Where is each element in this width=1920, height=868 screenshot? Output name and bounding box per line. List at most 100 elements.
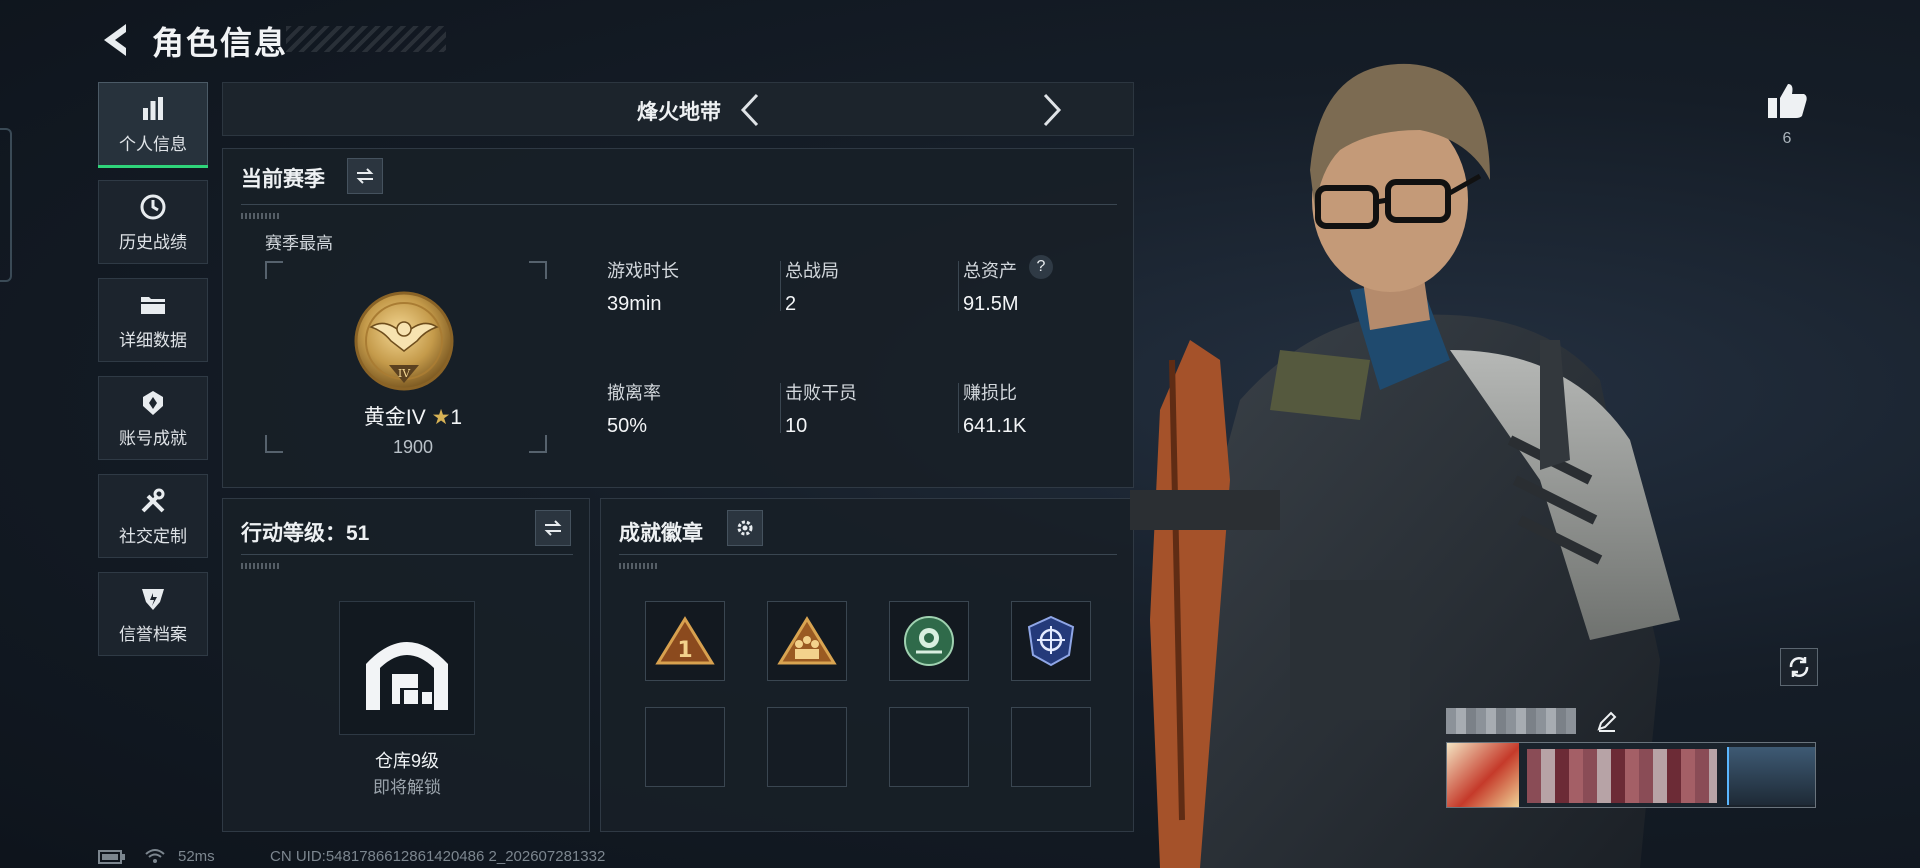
stat-label: 总资产 — [963, 261, 1017, 281]
badge-slot[interactable] — [889, 601, 969, 681]
sidebar-item-achievements[interactable]: 账号成就 — [98, 376, 208, 460]
warehouse-icon — [366, 642, 448, 710]
left-edge-tab[interactable] — [0, 128, 12, 282]
sidebar-item-social-custom[interactable]: 社交定制 — [98, 474, 208, 558]
frame-corner — [265, 261, 283, 279]
divider — [241, 554, 573, 555]
sidebar-item-label: 历史战绩 — [119, 232, 187, 252]
frame-corner — [529, 435, 547, 453]
divider — [619, 554, 1117, 555]
badge-settings-button[interactable] — [727, 510, 763, 546]
stat-value: 2 — [785, 293, 797, 315]
rose-badge-icon — [904, 616, 954, 666]
rank-1-badge-icon: 1 — [655, 616, 715, 665]
name-card-redacted — [1527, 749, 1717, 803]
player-name-redacted — [1446, 706, 1686, 738]
badge-slot-empty[interactable] — [889, 707, 969, 787]
badge-panel-title: 成就徽章 — [619, 522, 703, 545]
badge-slot-empty[interactable] — [767, 707, 847, 787]
back-arrow-icon[interactable] — [98, 20, 134, 60]
refresh-icon — [1789, 657, 1809, 677]
sidebar-item-label: 信誉档案 — [119, 624, 187, 644]
sidebar-item-label: 个人信息 — [119, 134, 187, 154]
warehouse-status: 即将解锁 — [373, 778, 441, 797]
sidebar-item-label: 账号成就 — [119, 428, 187, 448]
rank-stars: 1 — [450, 406, 463, 429]
divider — [241, 204, 1117, 205]
sidebar-item-detailed-data[interactable]: 详细数据 — [98, 278, 208, 362]
achievement-badge-panel: 成就徽章 1 — [600, 498, 1134, 832]
stat-value: 10 — [785, 415, 808, 437]
rank-label: 黄金IV ★1 — [323, 401, 503, 431]
sidebar-item-personal-info[interactable]: 个人信息 — [98, 82, 208, 168]
page-title: 角色信息 — [152, 25, 289, 61]
stat-value: 50% — [607, 415, 648, 437]
decor-text — [619, 563, 659, 569]
stat-label: 击败干员 — [785, 383, 857, 403]
edit-pencil-icon[interactable] — [1596, 710, 1618, 732]
rank-name: 黄金IV — [363, 406, 426, 429]
stat-value: 91.5M — [963, 293, 1019, 315]
bar-chart-icon — [143, 96, 163, 120]
name-card-art — [1727, 747, 1815, 805]
squad-badge-icon — [777, 616, 837, 665]
stat-label: 总战局 — [785, 261, 839, 281]
stat-label: 赚损比 — [963, 383, 1017, 403]
warehouse-tile[interactable] — [339, 601, 475, 735]
mode-selector: 烽火地带 — [222, 82, 1134, 136]
gear-icon — [737, 520, 753, 536]
season-panel: 当前赛季 赛季最高 IV 黄金IV ★1 1900 游戏时长 39min 总战局… — [222, 148, 1134, 488]
rank-score: 1900 — [392, 437, 434, 457]
frame-corner — [265, 435, 283, 453]
thumbs-up-icon[interactable] — [1764, 78, 1810, 124]
stat-label: 撤离率 — [607, 383, 661, 403]
action-level-title: 行动等级：51 — [241, 522, 370, 545]
chevron-right-icon[interactable] — [1033, 91, 1069, 129]
ping-text: 52ms — [178, 848, 215, 865]
sidebar-item-credit-record[interactable]: 信誉档案 — [98, 572, 208, 656]
divider — [958, 261, 959, 311]
divider — [780, 383, 781, 433]
stat-value: 641.1K — [963, 415, 1027, 437]
stat-value: 39min — [607, 293, 662, 315]
battery-icon — [98, 850, 125, 864]
svg-text:IV: IV — [398, 367, 411, 380]
shield-icon — [142, 588, 164, 610]
season-best-label: 赛季最高 — [265, 234, 333, 253]
uid-text: CN UID:5481786612861420486 2_20260728133… — [270, 848, 606, 865]
level-switch-button[interactable] — [535, 510, 571, 546]
wifi-icon — [145, 849, 165, 863]
mode-title: 烽火地带 — [637, 101, 721, 124]
rotate-model-button[interactable] — [1780, 648, 1818, 686]
title-decoration — [286, 26, 446, 52]
badge-slot[interactable] — [1011, 601, 1091, 681]
gold-rank-emblem-icon: IV — [354, 291, 454, 391]
sidebar-item-history[interactable]: 历史战绩 — [98, 180, 208, 264]
swap-icon — [356, 168, 374, 184]
badge-slot[interactable] — [767, 601, 847, 681]
star-icon: ★ — [431, 406, 451, 429]
badge-slot-empty[interactable] — [645, 707, 725, 787]
frame-corner — [529, 261, 547, 279]
season-switch-button[interactable] — [347, 158, 383, 194]
divider — [780, 261, 781, 311]
name-card-strip[interactable] — [1446, 742, 1816, 808]
avatar — [1447, 743, 1519, 807]
swap-icon — [544, 520, 562, 536]
divider — [958, 383, 959, 433]
sidebar-item-label: 社交定制 — [119, 526, 187, 546]
badge-slot-empty[interactable] — [1011, 707, 1091, 787]
history-clock-icon — [140, 194, 166, 219]
decor-text — [241, 563, 281, 569]
decor-text — [241, 213, 281, 219]
sidebar-item-label: 详细数据 — [119, 330, 187, 350]
action-level-panel: 行动等级：51 仓库9级 即将解锁 — [222, 498, 590, 832]
badge-slot[interactable]: 1 — [645, 601, 725, 681]
stat-label: 游戏时长 — [607, 261, 679, 281]
like-count: 6 — [1782, 130, 1792, 147]
warehouse-label: 仓库9级 — [374, 751, 439, 771]
svg-text:1: 1 — [677, 638, 692, 663]
season-title: 当前赛季 — [241, 168, 325, 191]
achievement-icon — [143, 390, 163, 415]
help-icon[interactable]: ? — [1029, 255, 1053, 279]
